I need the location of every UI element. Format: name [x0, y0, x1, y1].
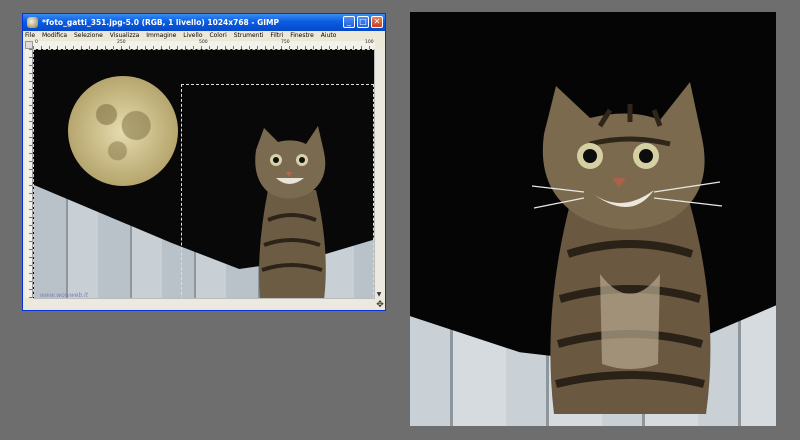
selection-rectangle[interactable] — [181, 84, 374, 300]
menu-colori[interactable]: Colori — [209, 31, 226, 41]
moon-image — [68, 76, 178, 186]
ruler-tick: 0 — [35, 40, 38, 45]
vertical-ruler[interactable] — [25, 49, 33, 298]
cat-image-large — [531, 82, 723, 414]
vertical-scrollbar[interactable]: ▼ — [374, 49, 383, 298]
horizontal-scrollbar[interactable] — [33, 298, 375, 308]
image-canvas[interactable]: www.wowweb.it — [33, 49, 375, 302]
gimp-image-window[interactable]: *foto_gatti_351.jpg-5.0 (RGB, 1 livello)… — [22, 13, 386, 311]
ruler-tick: 750 — [281, 40, 290, 45]
menu-selezione[interactable]: Selezione — [74, 31, 103, 41]
ruler-tick: 100 — [365, 40, 374, 45]
close-button[interactable]: ✕ — [371, 16, 383, 28]
scroll-down-arrow[interactable]: ▼ — [375, 291, 383, 298]
menu-aiuto[interactable]: Aiuto — [321, 31, 337, 41]
gimp-app-icon — [27, 17, 38, 28]
menu-immagine[interactable]: Immagine — [146, 31, 176, 41]
cropped-preview-image — [410, 12, 776, 426]
window-title: *foto_gatti_351.jpg-5.0 (RGB, 1 livello)… — [42, 18, 279, 27]
navigate-icon[interactable]: ✥ — [375, 300, 385, 310]
menu-modifica[interactable]: Modifica — [42, 31, 67, 41]
maximize-button[interactable]: □ — [357, 16, 369, 28]
menu-strumenti[interactable]: Strumenti — [234, 31, 264, 41]
quick-mask-corner-button[interactable] — [25, 41, 33, 49]
menu-file[interactable]: File — [25, 31, 35, 41]
ruler-tick: 250 — [117, 40, 126, 45]
title-bar[interactable]: *foto_gatti_351.jpg-5.0 (RGB, 1 livello)… — [23, 14, 385, 31]
ruler-tick: 500 — [199, 40, 208, 45]
minimize-button[interactable]: _ — [343, 16, 355, 28]
menu-finestre[interactable]: Finestre — [290, 31, 314, 41]
